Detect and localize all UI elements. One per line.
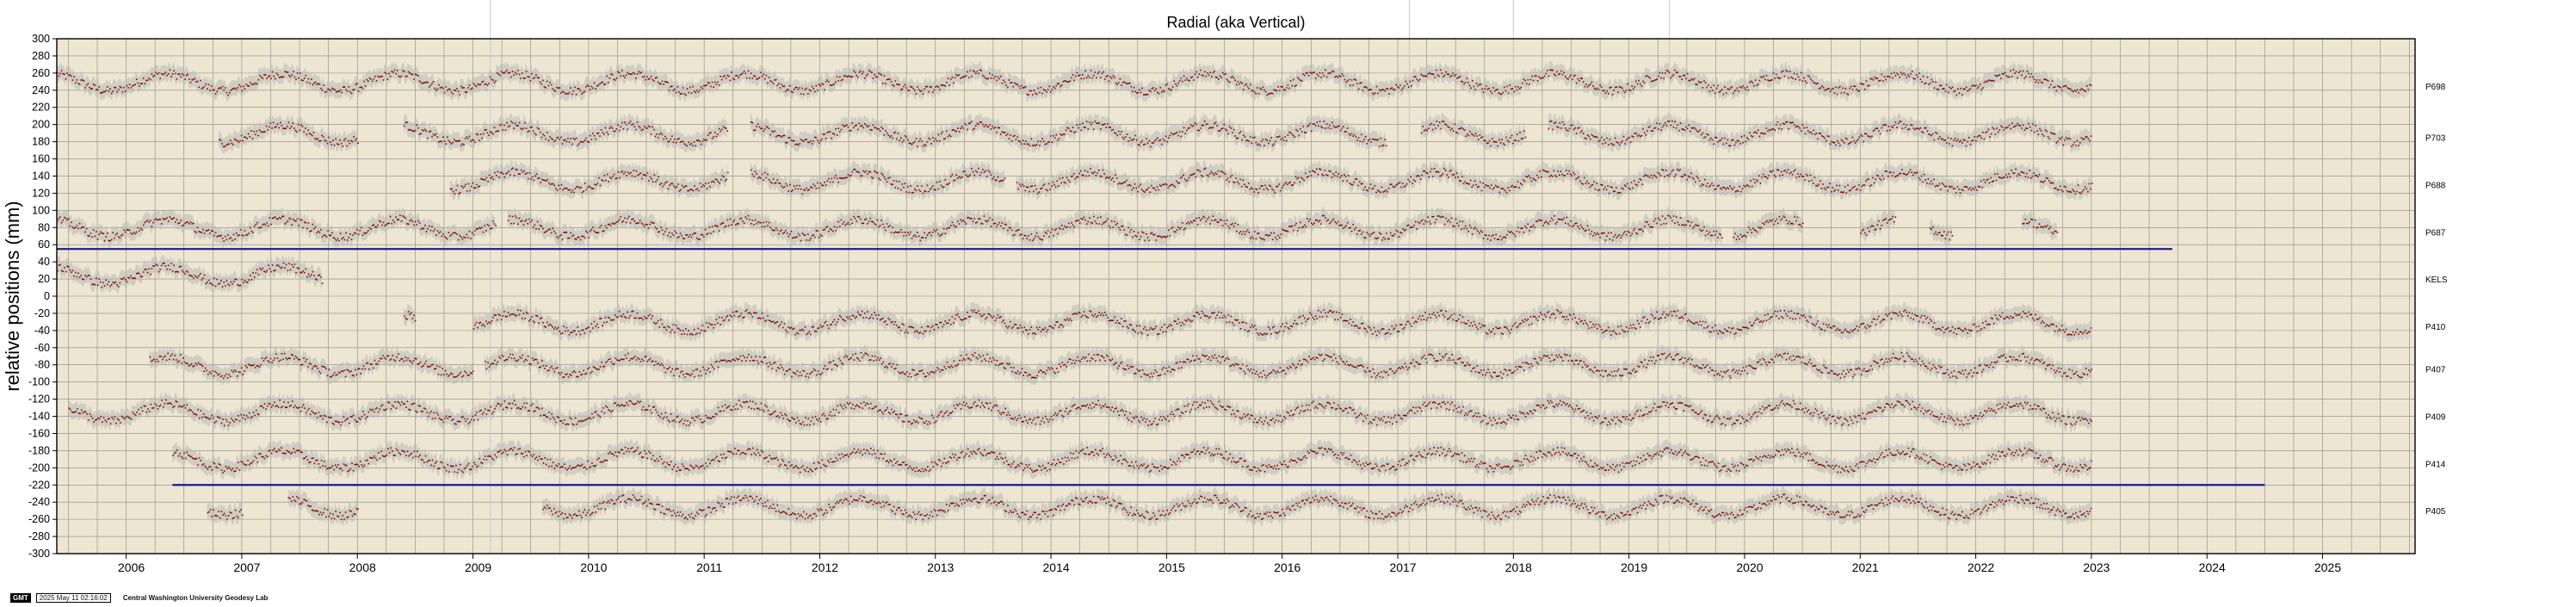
y-tick-label: 220 [32, 102, 50, 114]
y-tick-label: 20 [38, 273, 50, 285]
x-tick-label: 2014 [1043, 561, 1070, 574]
x-tick-label: 2022 [1968, 561, 1994, 574]
y-tick-label: -180 [28, 444, 50, 456]
y-tick-label: 100 [32, 204, 50, 216]
y-tick-label: -300 [28, 548, 50, 560]
y-tick-label: -60 [34, 342, 50, 354]
y-tick-label: -20 [34, 307, 50, 319]
y-tick-label: 160 [32, 153, 50, 165]
y-tick-label: 60 [38, 238, 50, 251]
station-label: P405 [2425, 507, 2446, 517]
timestamp: 2025 May 11 02:16:02 [35, 592, 111, 603]
y-tick-label: -40 [34, 325, 50, 337]
y-tick-label: 120 [32, 187, 50, 199]
y-tick-label: 80 [38, 221, 50, 233]
station-label: P409 [2425, 413, 2446, 423]
y-tick-label: 300 [32, 33, 50, 45]
y-tick-label: -120 [28, 393, 50, 406]
credit-text: Central Washington University Geodesy La… [122, 593, 269, 602]
y-tick-label: -80 [34, 359, 50, 371]
chart-title: Radial (aka Vertical) [1166, 14, 1305, 31]
x-tick-label: 2009 [465, 561, 491, 574]
station-label: KELS [2425, 276, 2448, 285]
station-label: P410 [2425, 323, 2446, 332]
y-tick-label: 240 [32, 84, 50, 96]
y-tick-label: 260 [32, 67, 50, 79]
y-axis-label: relative positions (mm) [2, 201, 23, 391]
x-tick-label: 2007 [233, 561, 260, 574]
x-tick-label: 2008 [349, 561, 376, 574]
station-label: P414 [2425, 460, 2446, 469]
footer: GMT 2025 May 11 02:16:02 Central Washing… [10, 592, 268, 603]
x-tick-label: 2019 [1621, 561, 1647, 574]
station-label: P407 [2425, 366, 2446, 375]
gmt-logo: GMT [10, 592, 31, 603]
x-tick-label: 2021 [1852, 561, 1879, 574]
y-tick-label: -160 [28, 427, 50, 439]
y-tick-label: -280 [28, 530, 50, 542]
x-tick-label: 2015 [1158, 561, 1185, 574]
station-label: P688 [2425, 181, 2446, 190]
station-label: P698 [2425, 83, 2446, 92]
y-tick-label: -200 [28, 461, 50, 474]
y-tick-label: -260 [28, 513, 50, 525]
x-tick-label: 2023 [2083, 561, 2110, 574]
y-tick-label: 180 [32, 136, 50, 148]
x-tick-label: 2025 [2314, 561, 2341, 574]
y-tick-label: 0 [44, 290, 50, 302]
x-tick-label: 2012 [812, 561, 838, 574]
y-tick-label: -220 [28, 479, 50, 491]
station-label: P703 [2425, 134, 2446, 144]
y-tick-label: -140 [28, 411, 50, 423]
y-tick-label: -100 [28, 376, 50, 388]
x-tick-label: 2006 [118, 561, 145, 574]
chart: 3002802602402202001801601401201008060402… [2, 0, 2448, 574]
x-tick-label: 2018 [1505, 561, 1532, 574]
x-tick-label: 2013 [927, 561, 954, 574]
y-tick-label: 200 [32, 119, 50, 131]
x-tick-label: 2010 [580, 561, 607, 574]
x-tick-label: 2020 [1736, 561, 1763, 574]
y-tick-label: 140 [32, 170, 50, 182]
y-tick-label: 40 [38, 256, 50, 268]
x-tick-label: 2017 [1389, 561, 1416, 574]
x-tick-label: 2024 [2199, 561, 2226, 574]
x-tick-label: 2011 [696, 561, 722, 574]
y-tick-label: 280 [32, 50, 50, 62]
y-tick-label: -240 [28, 496, 50, 508]
x-tick-label: 2016 [1274, 561, 1300, 574]
station-label: P687 [2425, 228, 2446, 238]
